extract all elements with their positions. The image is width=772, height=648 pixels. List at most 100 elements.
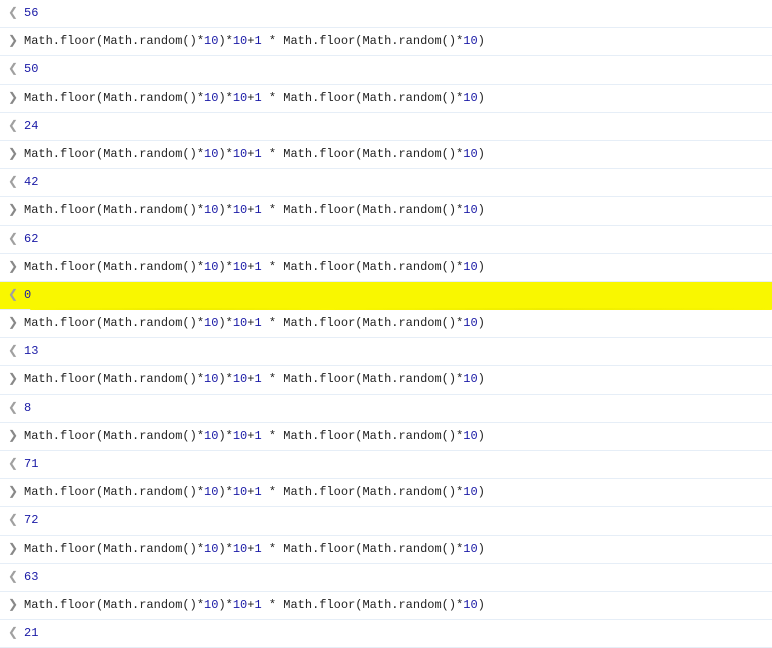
input-prompt-icon: ❯: [8, 32, 24, 51]
output-arrow-icon: ❮: [8, 173, 24, 192]
input-prompt-icon: ❯: [8, 427, 24, 446]
code-segment: ): [478, 34, 485, 48]
console-output-row[interactable]: ❮62: [0, 226, 772, 254]
console-input-row[interactable]: ❯Math.floor(Math.random()*10)*10+1 * Mat…: [0, 141, 772, 169]
code-number: 10: [204, 34, 218, 48]
output-arrow-icon: ❮: [8, 624, 24, 643]
code-segment: * Math.floor(Math.random()*: [262, 34, 464, 48]
output-arrow-icon: ❮: [8, 342, 24, 361]
output-arrow-icon: ❮: [8, 117, 24, 136]
code-segment: Math.floor(Math.random()*: [24, 260, 204, 274]
console-output-row[interactable]: ❮13: [0, 338, 772, 366]
code-number: 10: [463, 34, 477, 48]
code-number: 10: [204, 485, 218, 499]
console-input-row[interactable]: ❯Math.floor(Math.random()*10)*10+1 * Mat…: [0, 536, 772, 564]
console-output-value: 0: [24, 286, 764, 305]
console-input-row[interactable]: ❯Math.floor(Math.random()*10)*10+1 * Mat…: [0, 592, 772, 620]
code-segment: )*: [218, 372, 232, 386]
code-number: 1: [254, 91, 261, 105]
input-prompt-icon: ❯: [8, 540, 24, 559]
code-segment: * Math.floor(Math.random()*: [262, 316, 464, 330]
code-segment: ): [478, 91, 485, 105]
code-number: 10: [463, 316, 477, 330]
console-output-row[interactable]: ❮24: [0, 113, 772, 141]
code-number: 1: [254, 598, 261, 612]
code-number: 10: [463, 91, 477, 105]
console-input-row[interactable]: ❯Math.floor(Math.random()*10)*10+1 * Mat…: [0, 366, 772, 394]
input-prompt-icon: ❯: [8, 89, 24, 108]
code-segment: )*: [218, 429, 232, 443]
code-number: 10: [233, 203, 247, 217]
code-number: 10: [204, 429, 218, 443]
code-segment: Math.floor(Math.random()*: [24, 542, 204, 556]
code-number: 10: [233, 542, 247, 556]
console-output-row[interactable]: ❮42: [0, 169, 772, 197]
code-segment: )*: [218, 316, 232, 330]
devtools-console[interactable]: ❮56❯Math.floor(Math.random()*10)*10+1 * …: [0, 0, 772, 648]
code-segment: Math.floor(Math.random()*: [24, 598, 204, 612]
console-input-row[interactable]: ❯Math.floor(Math.random()*10)*10+1 * Mat…: [0, 85, 772, 113]
console-input-row[interactable]: ❯Math.floor(Math.random()*10)*10+1 * Mat…: [0, 197, 772, 225]
code-number: 1: [254, 542, 261, 556]
code-segment: ): [478, 542, 485, 556]
output-arrow-icon: ❮: [8, 286, 24, 305]
code-number: 1: [254, 260, 261, 274]
code-segment: * Math.floor(Math.random()*: [262, 372, 464, 386]
console-output-value: 72: [24, 511, 764, 530]
code-segment: * Math.floor(Math.random()*: [262, 542, 464, 556]
input-prompt-icon: ❯: [8, 483, 24, 502]
code-number: 10: [463, 260, 477, 274]
console-input-code: Math.floor(Math.random()*10)*10+1 * Math…: [24, 540, 764, 559]
code-number: 10: [463, 372, 477, 386]
output-arrow-icon: ❮: [8, 230, 24, 249]
output-arrow-icon: ❮: [8, 4, 24, 23]
code-segment: ): [478, 485, 485, 499]
code-segment: * Math.floor(Math.random()*: [262, 91, 464, 105]
code-segment: * Math.floor(Math.random()*: [262, 598, 464, 612]
code-segment: Math.floor(Math.random()*: [24, 203, 204, 217]
output-arrow-icon: ❮: [8, 455, 24, 474]
code-segment: )*: [218, 485, 232, 499]
code-number: 10: [233, 147, 247, 161]
console-input-row[interactable]: ❯Math.floor(Math.random()*10)*10+1 * Mat…: [0, 423, 772, 451]
console-input-row[interactable]: ❯Math.floor(Math.random()*10)*10+1 * Mat…: [0, 479, 772, 507]
code-number: 1: [254, 429, 261, 443]
console-output-row[interactable]: ❮21: [0, 620, 772, 648]
code-segment: ): [478, 429, 485, 443]
console-input-row[interactable]: ❯Math.floor(Math.random()*10)*10+1 * Mat…: [0, 28, 772, 56]
output-arrow-icon: ❮: [8, 399, 24, 418]
console-output-row[interactable]: ❮56: [0, 0, 772, 28]
console-output-row-highlighted[interactable]: ❮0: [0, 282, 772, 310]
code-number: 10: [463, 598, 477, 612]
code-segment: )*: [218, 542, 232, 556]
console-output-row[interactable]: ❮50: [0, 56, 772, 84]
code-segment: Math.floor(Math.random()*: [24, 429, 204, 443]
console-input-code: Math.floor(Math.random()*10)*10+1 * Math…: [24, 32, 764, 51]
console-output-row[interactable]: ❮71: [0, 451, 772, 479]
input-prompt-icon: ❯: [8, 145, 24, 164]
console-output-row[interactable]: ❮8: [0, 395, 772, 423]
code-number: 1: [254, 485, 261, 499]
code-segment: Math.floor(Math.random()*: [24, 34, 204, 48]
console-input-row[interactable]: ❯Math.floor(Math.random()*10)*10+1 * Mat…: [0, 254, 772, 282]
console-output-row[interactable]: ❮63: [0, 564, 772, 592]
code-number: 10: [233, 429, 247, 443]
console-input-code: Math.floor(Math.random()*10)*10+1 * Math…: [24, 201, 764, 220]
code-segment: )*: [218, 91, 232, 105]
code-number: 10: [463, 429, 477, 443]
code-number: 10: [463, 147, 477, 161]
code-segment: )*: [218, 34, 232, 48]
input-prompt-icon: ❯: [8, 314, 24, 333]
console-input-code: Math.floor(Math.random()*10)*10+1 * Math…: [24, 258, 764, 277]
code-number: 10: [204, 598, 218, 612]
console-output-value: 21: [24, 624, 764, 643]
code-segment: ): [478, 598, 485, 612]
code-number: 1: [254, 372, 261, 386]
code-number: 10: [233, 34, 247, 48]
code-segment: * Math.floor(Math.random()*: [262, 203, 464, 217]
code-segment: Math.floor(Math.random()*: [24, 485, 204, 499]
code-segment: ): [478, 147, 485, 161]
console-output-row[interactable]: ❮72: [0, 507, 772, 535]
console-input-row[interactable]: ❯Math.floor(Math.random()*10)*10+1 * Mat…: [0, 310, 772, 338]
code-number: 10: [463, 542, 477, 556]
